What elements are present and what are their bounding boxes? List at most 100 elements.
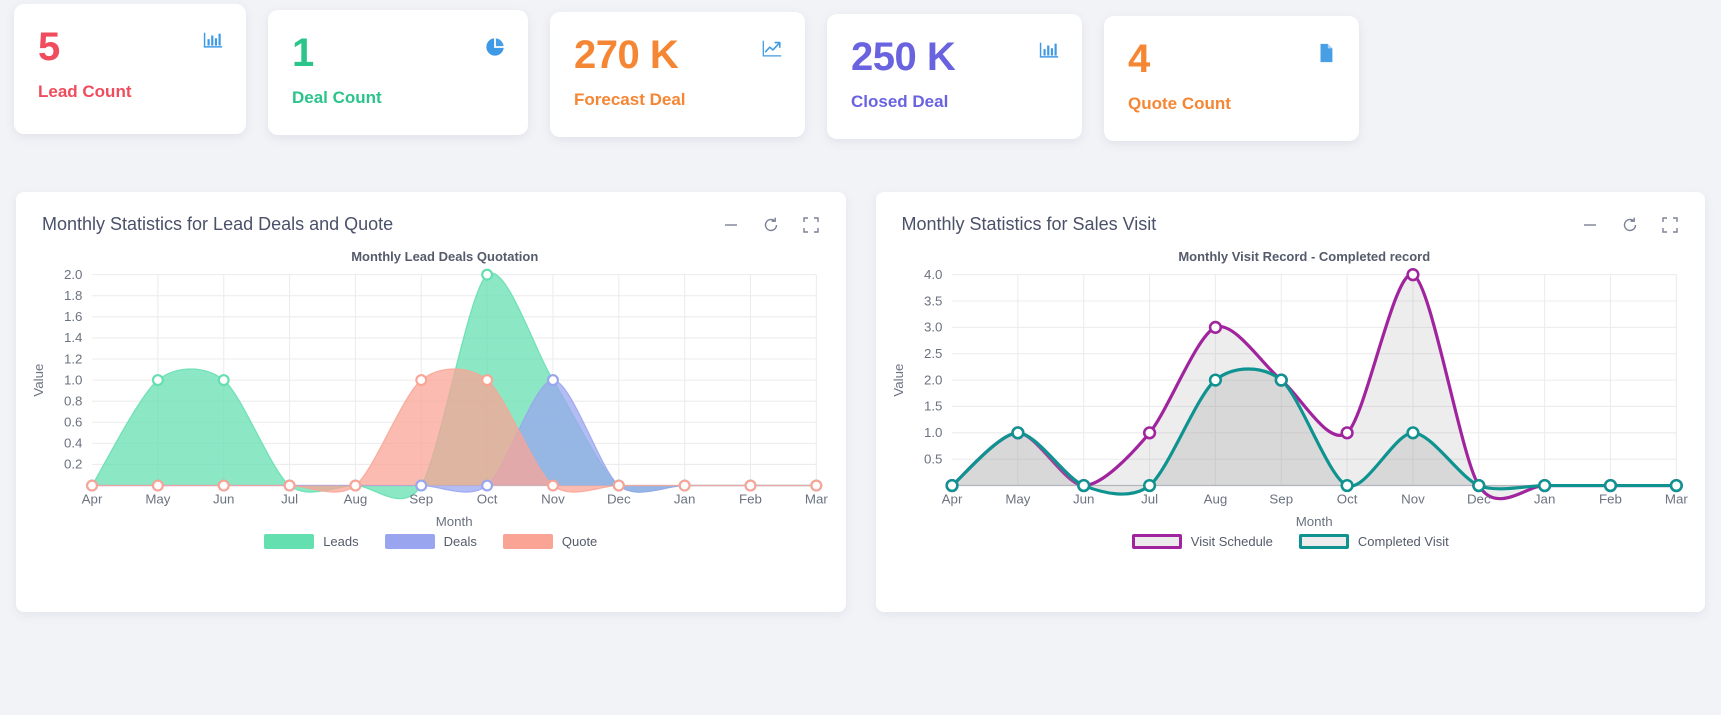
chart-plot-lead: 0.2 0.4 0.6 0.8 1.0 1.2 1.4 1.6 1.8 2.0 Value Apr Ma… [31,267,828,529]
svg-text:Dec: Dec [1466,492,1490,507]
bottom-spacer [0,612,1721,644]
legend-swatch [264,534,315,550]
svg-text:Sep: Sep [1269,492,1293,507]
svg-text:Oct: Oct [477,492,498,507]
chart-plot-visit: 0.5 1.0 1.5 2.0 2.5 3.0 3.5 4.0 Value Apr May Jun Ju… [891,267,1688,529]
legend-item[interactable]: Quote [502,534,598,550]
svg-text:1.0: 1.0 [923,425,942,440]
minimize-icon[interactable] [722,216,740,234]
svg-text:Feb: Feb [739,492,762,507]
svg-text:Aug: Aug [344,492,368,507]
kpi-card-deal-count[interactable]: 1 Deal Count [268,10,528,135]
svg-text:Apr: Apr [82,492,103,507]
chart-legend-lead: Leads Deals Quote [26,534,836,550]
kpi-card-lead-count[interactable]: 5 Lead Count [14,4,246,134]
legend-label: Visit Schedule [1190,534,1273,550]
svg-text:Value: Value [891,364,906,397]
svg-text:0.4: 0.4 [64,436,83,451]
legend-swatch [1131,534,1182,550]
svg-text:1.5: 1.5 [923,399,942,414]
panel-header: Monthly Statistics for Sales Visit [876,192,1706,235]
svg-text:Month: Month [1295,514,1332,529]
legend-item[interactable]: Visit Schedule [1131,534,1273,550]
legend-swatch [384,534,435,550]
legend-swatch [502,534,553,550]
svg-text:1.6: 1.6 [64,309,83,324]
legend-item[interactable]: Completed Visit [1298,534,1449,550]
svg-text:May: May [145,492,170,507]
bar-chart-icon [1038,40,1060,62]
svg-text:Aug: Aug [1203,492,1227,507]
chart-legend-visit: Visit Schedule Completed Visit [886,534,1696,550]
svg-text:Jun: Jun [213,492,234,507]
svg-text:0.2: 0.2 [64,457,83,472]
chart-container-lead: Monthly Lead Deals Quotation 0.2 0.4 0.6 0.… [16,235,846,550]
bar-chart-icon [202,30,224,52]
svg-text:0.5: 0.5 [923,451,942,466]
document-icon [1315,42,1337,64]
legend-label: Quote [561,534,598,550]
fullscreen-icon[interactable] [1661,216,1679,234]
kpi-value: 5 [38,25,60,69]
line-chart-icon [761,38,783,60]
svg-text:0.8: 0.8 [64,393,83,408]
svg-text:2.5: 2.5 [923,346,942,361]
svg-text:3.5: 3.5 [923,293,942,308]
chart-title: Monthly Lead Deals Quotation [351,249,539,264]
svg-text:Jul: Jul [281,492,298,507]
svg-text:Feb: Feb [1599,492,1622,507]
legend-label: Leads [323,534,359,550]
svg-text:May: May [1005,492,1030,507]
kpi-label: Lead Count [38,82,132,101]
svg-text:Dec: Dec [607,492,631,507]
svg-text:Jan: Jan [1533,492,1554,507]
svg-text:2.0: 2.0 [64,267,83,282]
kpi-value: 4 [1128,37,1150,81]
svg-text:Mar: Mar [1664,492,1687,507]
svg-text:1.8: 1.8 [64,288,83,303]
kpi-label: Closed Deal [851,92,949,111]
kpi-card-forecast-deal[interactable]: 270 K Forecast Deal [550,12,805,137]
svg-text:Nov: Nov [1401,492,1425,507]
legend-label: Deals [443,534,477,550]
panel-title: Monthly Statistics for Sales Visit [901,214,1157,234]
panel-title: Monthly Statistics for Lead Deals and Qu… [42,214,394,234]
panel-toolbar [1581,216,1679,234]
kpi-value: 270 K [574,33,679,77]
svg-text:3.0: 3.0 [923,320,942,335]
panel-lead-deals-quote: Monthly Statistics for Lead Deals and Qu… [16,192,846,612]
svg-text:Mar: Mar [805,492,828,507]
svg-text:0.6: 0.6 [64,415,83,430]
panel-header: Monthly Statistics for Lead Deals and Qu… [16,192,846,235]
legend-swatch [1298,534,1349,550]
kpi-card-quote-count[interactable]: 4 Quote Count [1104,16,1359,141]
svg-text:2.0: 2.0 [923,372,942,387]
svg-text:1.0: 1.0 [64,372,83,387]
svg-text:Month: Month [436,514,473,529]
fullscreen-icon[interactable] [802,216,820,234]
refresh-icon[interactable] [1621,216,1639,234]
refresh-icon[interactable] [762,216,780,234]
kpi-card-closed-deal[interactable]: 250 K Closed Deal [827,14,1082,139]
legend-item[interactable]: Deals [384,534,477,550]
chart-title: Monthly Visit Record - Completed record [1178,249,1431,264]
svg-text:Apr: Apr [941,492,962,507]
legend-item[interactable]: Leads [264,534,359,550]
panels-row: Monthly Statistics for Lead Deals and Qu… [0,168,1721,612]
pie-chart-icon [484,36,506,58]
legend-label: Completed Visit [1357,534,1449,550]
svg-text:1.4: 1.4 [64,330,83,345]
kpi-value: 250 K [851,35,956,79]
svg-text:Nov: Nov [541,492,565,507]
chart-container-visit: Monthly Visit Record - Completed record … [876,235,1706,550]
minimize-icon[interactable] [1581,216,1599,234]
svg-text:Jun: Jun [1073,492,1094,507]
kpi-label: Forecast Deal [574,90,686,109]
svg-text:Sep: Sep [409,492,433,507]
panel-toolbar [722,216,820,234]
svg-text:Value: Value [31,364,46,397]
kpi-label: Deal Count [292,88,382,107]
svg-text:4.0: 4.0 [923,267,942,282]
kpi-strip: 5 Lead Count 1 Deal Count 270 K Forecast Deal… [0,0,1721,168]
svg-text:1.2: 1.2 [64,351,83,366]
